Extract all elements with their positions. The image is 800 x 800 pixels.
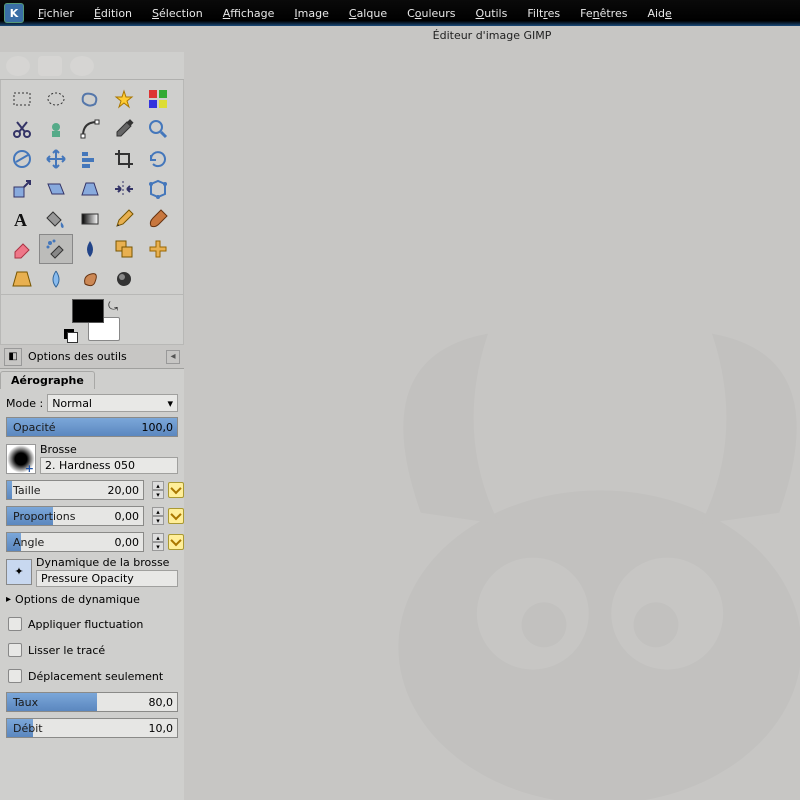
tool-rotate[interactable] <box>141 144 175 174</box>
tool-options-tab: ◧ Options des outils ◂ <box>0 345 184 369</box>
tool-paintbrush[interactable] <box>141 204 175 234</box>
tool-ink[interactable] <box>73 234 107 264</box>
angle-reset[interactable] <box>168 534 184 550</box>
menu-fenetres[interactable]: Fenêtres <box>570 4 637 23</box>
size-slider[interactable]: Taille 20,00 <box>6 480 144 500</box>
wilber-watermark <box>320 300 800 800</box>
canvas-area[interactable]: Éditeur d'image GIMP <box>184 26 800 800</box>
tool-name-tab: Aérographe <box>0 371 95 389</box>
tool-shear[interactable] <box>39 174 73 204</box>
motion-only-checkbox[interactable] <box>8 669 22 683</box>
tool-airbrush[interactable] <box>39 234 73 264</box>
tool-ellipse-select[interactable] <box>39 84 73 114</box>
rate-slider[interactable]: Taux 80,0 <box>6 692 178 712</box>
menu-selection[interactable]: Sélection <box>142 4 213 23</box>
menu-calque[interactable]: Calque <box>339 4 397 23</box>
toolbox-head <box>0 52 184 80</box>
ratio-spinner[interactable]: ▴▾ <box>152 507 164 525</box>
tool-clone[interactable] <box>107 234 141 264</box>
tool-pencil[interactable] <box>107 204 141 234</box>
tool-text[interactable]: A <box>5 204 39 234</box>
workspace: A ⤿ ◧ Options des outils ◂ Aérographe Mo… <box>0 26 800 800</box>
brush-label: Brosse <box>40 443 178 456</box>
tool-heal[interactable] <box>141 234 175 264</box>
ratio-slider[interactable]: Proportions 0,00 <box>6 506 144 526</box>
panel-tab-label: Options des outils <box>28 350 127 363</box>
size-spinner[interactable]: ▴▾ <box>152 481 164 499</box>
menu-fichier[interactable]: Fichier <box>28 4 84 23</box>
reset-colors-icon[interactable] <box>64 329 74 339</box>
svg-text:A: A <box>14 210 27 230</box>
tool-bucket-fill[interactable] <box>39 204 73 234</box>
tool-paths[interactable] <box>73 114 107 144</box>
tool-options-icon[interactable]: ◧ <box>4 348 22 366</box>
jitter-checkbox[interactable] <box>8 617 22 631</box>
tool-cage[interactable] <box>141 174 175 204</box>
chevron-right-icon: ▸ <box>6 594 11 605</box>
tool-align[interactable] <box>73 144 107 174</box>
tool-rect-select[interactable] <box>5 84 39 114</box>
tool-move[interactable] <box>39 144 73 174</box>
tool-crop[interactable] <box>107 144 141 174</box>
mode-label: Mode : <box>6 397 43 410</box>
menu-couleurs[interactable]: Couleurs <box>397 4 465 23</box>
menu-edition[interactable]: Édition <box>84 4 142 23</box>
color-swatch: ⤿ <box>0 295 184 345</box>
tool-foreground-select[interactable] <box>39 114 73 144</box>
brush-select[interactable]: 2. Hardness 050 <box>40 457 178 474</box>
brush-preview[interactable] <box>6 444 36 474</box>
menubar: K FichierÉditionSélectionAffichageImageC… <box>0 0 800 26</box>
tool-color-picker[interactable] <box>107 114 141 144</box>
menu-aide[interactable]: Aide <box>637 4 681 23</box>
dynamics-select[interactable]: Pressure Opacity <box>36 570 178 587</box>
tool-scissors[interactable] <box>5 114 39 144</box>
tool-smudge[interactable] <box>73 264 107 294</box>
tool-scale[interactable] <box>5 174 39 204</box>
swap-colors-icon[interactable]: ⤿ <box>108 299 118 314</box>
menu-affichage[interactable]: Affichage <box>213 4 285 23</box>
jitter-label: Appliquer fluctuation <box>28 618 143 631</box>
tool-fuzzy-select[interactable] <box>107 84 141 114</box>
tool-dodge-burn[interactable] <box>107 264 141 294</box>
motion-only-label: Déplacement seulement <box>28 670 163 683</box>
smooth-label: Lisser le tracé <box>28 644 105 657</box>
mode-select[interactable]: Normal ▾ <box>47 394 178 412</box>
opacity-slider[interactable]: Opacité 100,0 <box>6 417 178 437</box>
kde-logo[interactable]: K <box>4 3 24 23</box>
menu-image[interactable]: Image <box>284 4 338 23</box>
tool-perspective-clone[interactable] <box>5 264 39 294</box>
tool-blend[interactable] <box>73 204 107 234</box>
angle-slider[interactable]: Angle 0,00 <box>6 532 144 552</box>
dynamics-editor-button[interactable]: ✦ <box>6 559 32 585</box>
dynamics-label: Dynamique de la brosse <box>36 556 178 569</box>
ratio-reset[interactable] <box>168 508 184 524</box>
tool-perspective[interactable] <box>73 174 107 204</box>
tool-zoom[interactable] <box>141 114 175 144</box>
dynamics-options-expander[interactable]: ▸ Options de dynamique <box>0 589 184 610</box>
menu-filtres[interactable]: Filtres <box>517 4 570 23</box>
smooth-checkbox[interactable] <box>8 643 22 657</box>
flow-slider[interactable]: Débit 10,0 <box>6 718 178 738</box>
angle-spinner[interactable]: ▴▾ <box>152 533 164 551</box>
menu-outils[interactable]: Outils <box>466 4 518 23</box>
tool-eraser[interactable] <box>5 234 39 264</box>
tool-grid: A <box>0 80 184 295</box>
size-reset[interactable] <box>168 482 184 498</box>
foreground-color[interactable] <box>72 299 104 323</box>
tool-free-select[interactable] <box>73 84 107 114</box>
toolbox-sidebar: A ⤿ ◧ Options des outils ◂ Aérographe Mo… <box>0 26 184 800</box>
tool-flip[interactable] <box>107 174 141 204</box>
tool-measure[interactable] <box>5 144 39 174</box>
window-title: Éditeur d'image GIMP <box>184 26 800 44</box>
tool-by-color-select[interactable] <box>141 84 175 114</box>
panel-menu-icon[interactable]: ◂ <box>166 350 180 364</box>
tool-blur[interactable] <box>39 264 73 294</box>
tool-options-panel: Aérographe Mode : Normal ▾ Opacité 100,0… <box>0 369 184 800</box>
